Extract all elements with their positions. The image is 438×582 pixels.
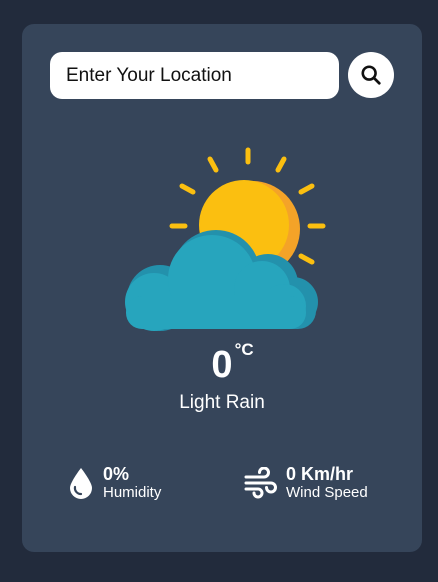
wind-detail: 0 Km/hr Wind Speed xyxy=(244,464,368,501)
wind-text: 0 Km/hr Wind Speed xyxy=(286,464,368,501)
search-icon xyxy=(361,65,381,85)
weather-description: Light Rain xyxy=(179,392,265,413)
temperature-value: 0 xyxy=(211,344,233,386)
weather-card: 0°C Light Rain 0% Humidity 0 Km/h xyxy=(22,24,422,552)
search-bar xyxy=(50,52,394,99)
temperature-value-wrap: 0 °C xyxy=(211,340,253,387)
temperature-unit: °C xyxy=(234,340,254,359)
temperature: 0 °C xyxy=(22,340,422,387)
partly-cloudy-sun-icon xyxy=(125,147,326,331)
humidity-label: Humidity xyxy=(103,484,162,501)
wind-value: 0 Km/hr xyxy=(286,464,354,484)
water-drop-icon xyxy=(68,467,94,499)
humidity-detail: 0% Humidity xyxy=(68,464,161,501)
search-button[interactable] xyxy=(348,52,394,98)
wind-label: Wind Speed xyxy=(286,484,368,501)
wind-icon xyxy=(244,466,278,499)
search-input[interactable] xyxy=(50,52,339,99)
humidity-value: 0% xyxy=(103,464,130,484)
humidity-text: 0% Humidity xyxy=(103,464,161,501)
